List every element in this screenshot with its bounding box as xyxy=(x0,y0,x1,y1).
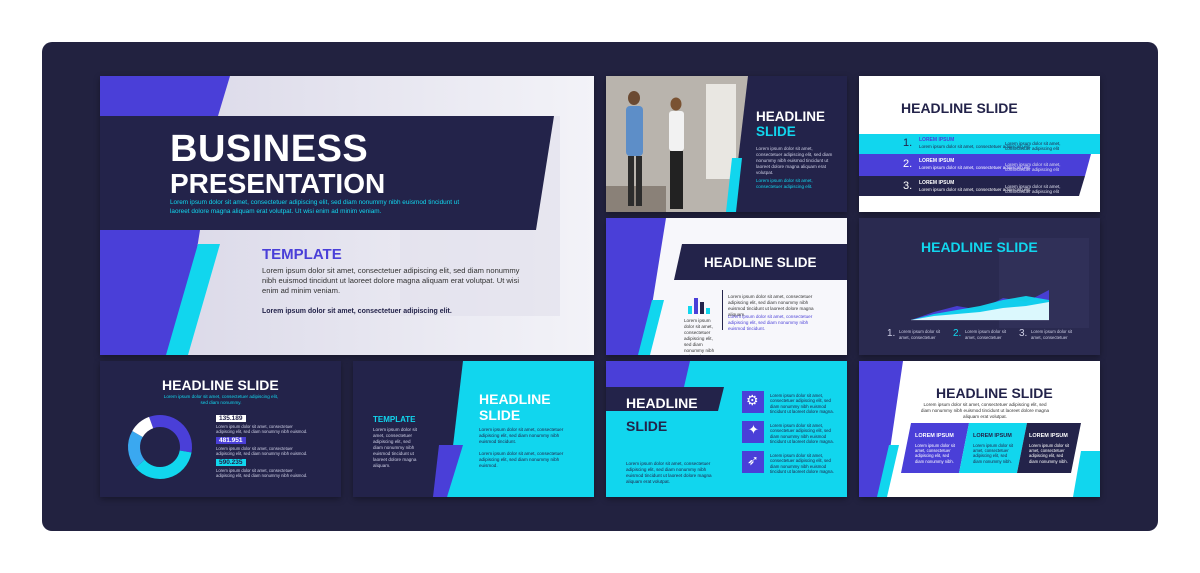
s5-step-text: Lorem ipsum dolor sit amet, consectetuer xyxy=(1031,329,1073,340)
s3-item-number: 3. xyxy=(903,180,913,192)
slide-photo-headline[interactable]: HEADLINE SLIDE Lorem ipsum dolor sit ame… xyxy=(606,76,847,212)
slide-bar-chart[interactable]: HEADLINE SLIDE Lorem ipsum dolor sit ame… xyxy=(606,218,847,355)
s7-template: TEMPLATE xyxy=(373,415,416,424)
main-title-line1: BUSINESS xyxy=(170,128,369,170)
slide-three-cols[interactable]: HEADLINE SLIDE Lorem ipsum dolor sit ame… xyxy=(859,361,1100,497)
s9-col-label: LOREM IPSUM xyxy=(915,433,954,439)
s9-col-text: Lorem ipsum dolor sit amet, consectetuer… xyxy=(1029,443,1070,464)
s4-body-right2: Lorem ipsum dolor sit amet, consectetuer… xyxy=(728,314,813,331)
s6-stat-value: 135.189 xyxy=(216,415,246,422)
lightbulb-icon: ✦ xyxy=(748,422,759,437)
s5-step-number: 3. xyxy=(1019,328,1028,339)
s9-col-label: LOREM IPSUM xyxy=(1029,433,1068,439)
s3-item-label: LOREM IPSUM xyxy=(919,158,955,164)
s3-item-text-right: Lorem ipsum dolor sit amet, consectetuer… xyxy=(1005,141,1061,151)
main-subtitle: Lorem ipsum dolor sit amet, consectetuer… xyxy=(170,199,460,215)
s8-item-text: Lorem ipsum dolor sit amet, consectetuer… xyxy=(770,393,834,414)
s9-shapes xyxy=(859,361,1100,497)
s3-item-text-right: Lorem ipsum dolor sit amet, consectetuer… xyxy=(1005,184,1061,194)
slide-title[interactable]: BUSINESS PRESENTATION Lorem ipsum dolor … xyxy=(100,76,594,355)
s3-title: HEADLINE SLIDE xyxy=(901,100,1018,116)
s9-title: HEADLINE SLIDE xyxy=(936,385,1053,401)
slide-icons[interactable]: HEADLINE SLIDE Lorem ipsum dolor sit ame… xyxy=(606,361,847,497)
s3-item-label: LOREM IPSUM xyxy=(919,137,955,143)
s6-donut-slice xyxy=(128,431,145,468)
s5-step-number: 1. xyxy=(887,328,896,339)
s4-body-left: Lorem ipsum dolor sit amet, consectetuer… xyxy=(684,318,715,355)
s6-sub: Lorem ipsum dolor sit amet, consectetuer… xyxy=(163,394,279,405)
s6-title: HEADLINE SLIDE xyxy=(162,377,279,393)
s9-col-label: LOREM IPSUM xyxy=(973,433,1012,439)
s2-small: Lorem ipsum dolor sit amet, consectetuer… xyxy=(756,178,813,189)
s7-headline: HEADLINE xyxy=(479,391,551,407)
s9-col-text: Lorem ipsum dolor sit amet, consectetuer… xyxy=(973,443,1014,464)
s4-shapes xyxy=(606,218,847,355)
s8-slide: SLIDE xyxy=(626,418,668,434)
s6-stat-text: Lorem ipsum dolor sit amet, consectetuer… xyxy=(216,468,308,478)
s8-body: Lorem ipsum dolor sit amet, consectetuer… xyxy=(626,461,712,484)
slide-donut[interactable]: HEADLINE SLIDE Lorem ipsum dolor sit ame… xyxy=(100,361,341,497)
s3-item-text-right: Lorem ipsum dolor sit amet, consectetuer… xyxy=(1005,162,1061,172)
s2-body: Lorem ipsum dolor sit amet, consectetuer… xyxy=(756,146,833,175)
s5-title: HEADLINE SLIDE xyxy=(921,239,1038,255)
main-template-label: TEMPLATE xyxy=(262,246,342,263)
s4-title: HEADLINE SLIDE xyxy=(704,255,817,270)
slide-area-chart[interactable]: HEADLINE SLIDE 1. Lorem ipsum dolor sit a… xyxy=(859,218,1100,355)
s9-col-text: Lorem ipsum dolor sit amet, consectetuer… xyxy=(915,443,956,464)
photo-shapes xyxy=(606,76,748,212)
s7-body2: Lorem ipsum dolor sit amet, consectetuer… xyxy=(479,451,564,468)
s5-step-text: Lorem ipsum dolor sit amet, consectetuer xyxy=(899,329,941,340)
s6-donut-slice xyxy=(149,415,192,453)
s9-sub: Lorem ipsum dolor sit amet, consectetuer… xyxy=(920,402,1050,419)
main-tagline: Lorem ipsum dolor sit amet, consectetuer… xyxy=(262,308,452,315)
s6-stat-text: Lorem ipsum dolor sit amet, consectetuer… xyxy=(216,446,308,456)
slide-list[interactable]: HEADLINE SLIDE 1. LOREM IPSUM Lorem ipsum … xyxy=(859,76,1100,212)
s8-item-text: Lorem ipsum dolor sit amet, consectetuer… xyxy=(770,453,834,474)
gear-icon: ⚙ xyxy=(746,392,759,408)
s8-item-text: Lorem ipsum dolor sit amet, consectetuer… xyxy=(770,423,834,444)
main-title-line2: PRESENTATION xyxy=(170,168,386,199)
s7-body: Lorem ipsum dolor sit amet, consectetuer… xyxy=(479,427,564,444)
main-body: Lorem ipsum dolor sit amet, consectetuer… xyxy=(262,266,520,295)
s8-headline: HEADLINE xyxy=(626,395,698,411)
s2-slide: SLIDE xyxy=(756,124,796,139)
s7-left: Lorem ipsum dolor sit amet, consectetuer… xyxy=(373,427,417,468)
s6-stat-value: 590.235 xyxy=(216,459,246,466)
s6-donut-slice xyxy=(135,450,192,479)
s3-item-label: LOREM IPSUM xyxy=(919,180,955,186)
s6-stat-value: 481.951 xyxy=(216,437,246,444)
s6-stat-text: Lorem ipsum dolor sit amet, consectetuer… xyxy=(216,424,308,434)
s6-donut-slice xyxy=(132,416,154,438)
rocket-icon: ➶ xyxy=(747,452,759,468)
s3-item-number: 2. xyxy=(903,158,913,170)
slide-template-split[interactable]: TEMPLATE Lorem ipsum dolor sit amet, con… xyxy=(353,361,594,497)
s5-step-text: Lorem ipsum dolor sit amet, consectetuer xyxy=(965,329,1007,340)
s2-headline: HEADLINE xyxy=(756,109,826,124)
s7-slide: SLIDE xyxy=(479,407,521,423)
s5-step-number: 2. xyxy=(953,328,962,339)
s3-item-number: 1. xyxy=(903,137,913,149)
